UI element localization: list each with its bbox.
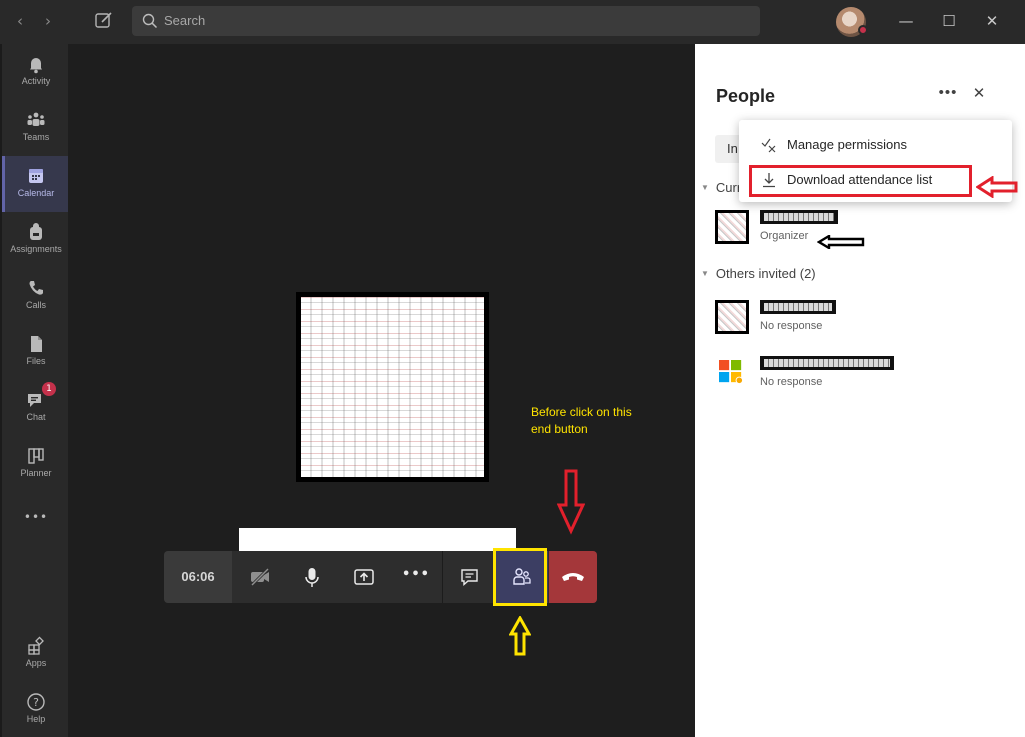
apps-icon bbox=[28, 636, 44, 655]
search-icon bbox=[142, 13, 158, 29]
hang-up-icon bbox=[562, 573, 584, 581]
participant-role: Organizer bbox=[760, 230, 809, 242]
menu-item-manage-permissions[interactable]: Manage permissions bbox=[739, 128, 1012, 162]
rail-item-label: Assignments bbox=[10, 244, 62, 254]
rail-item-activity[interactable]: Activity bbox=[2, 44, 70, 100]
participant-organizer[interactable]: Organizer bbox=[715, 210, 1015, 250]
annotation-note-line: end button bbox=[531, 422, 588, 436]
rail-item-calls[interactable]: Calls bbox=[2, 268, 70, 324]
participant-name-redacted bbox=[760, 210, 838, 224]
red-arrow-left-icon bbox=[976, 176, 1018, 198]
avatar bbox=[715, 300, 749, 334]
caret-down-icon: ▼ bbox=[701, 183, 709, 192]
chevron-right-icon[interactable]: › bbox=[40, 12, 56, 30]
participant-video-tile bbox=[296, 292, 489, 482]
rail-item-files[interactable]: Files bbox=[2, 324, 70, 380]
planner-icon bbox=[28, 448, 44, 464]
invited-participant[interactable]: No response bbox=[715, 356, 1015, 396]
caret-down-icon: ▼ bbox=[701, 269, 709, 278]
rail-item-label: Files bbox=[26, 356, 46, 366]
rail-item-label: Apps bbox=[25, 658, 47, 668]
share-screen-icon bbox=[354, 569, 374, 585]
highlight-box-red bbox=[749, 165, 972, 197]
video-off-icon bbox=[250, 567, 270, 587]
panel-title: People bbox=[716, 86, 776, 106]
backpack-icon bbox=[30, 223, 42, 240]
rail-item-label: Calls bbox=[25, 300, 46, 310]
rail-item-label: Help bbox=[26, 714, 46, 724]
compose-icon[interactable] bbox=[94, 10, 114, 30]
close-icon[interactable]: ✕ bbox=[982, 11, 1002, 31]
hang-up-button[interactable] bbox=[549, 551, 597, 603]
participant-status: No response bbox=[760, 376, 823, 388]
rail-item-label: Planner bbox=[20, 468, 52, 478]
rail-item-label: Activity bbox=[21, 76, 51, 86]
invited-participant[interactable]: No response bbox=[715, 300, 1015, 340]
section-header-others-invited[interactable]: ▼ Others invited (2) bbox=[701, 266, 816, 281]
rail-item-apps[interactable]: Apps bbox=[2, 626, 70, 682]
more-actions-button[interactable]: ••• bbox=[390, 551, 442, 603]
more-options-icon[interactable]: ••• bbox=[937, 84, 959, 104]
participant-status: No response bbox=[760, 320, 823, 332]
calendar-icon bbox=[29, 169, 43, 183]
bell-icon bbox=[30, 58, 42, 74]
microsoft-logo-icon bbox=[719, 360, 743, 384]
svg-text:?: ? bbox=[33, 696, 39, 709]
manage-permissions-icon bbox=[761, 138, 776, 153]
more-icon: ••• bbox=[23, 510, 49, 524]
meeting-stage: Before click on this end button 06:06 ••… bbox=[68, 44, 695, 737]
presence-status-dot bbox=[858, 25, 868, 35]
close-panel-icon[interactable]: ✕ bbox=[969, 84, 989, 104]
rail-item-teams[interactable]: Teams bbox=[2, 100, 70, 156]
search-placeholder: Search bbox=[164, 13, 206, 28]
help-icon: ? bbox=[27, 693, 45, 711]
participant-name-redacted bbox=[760, 300, 836, 314]
phone-icon bbox=[29, 281, 43, 295]
rail-item-label: Calendar bbox=[17, 188, 55, 198]
rail-item-help[interactable]: ? Help bbox=[2, 682, 70, 737]
more-icon: ••• bbox=[402, 567, 430, 582]
highlight-box-yellow bbox=[493, 548, 547, 606]
menu-item-label: Manage permissions bbox=[787, 137, 907, 152]
rail-item-planner[interactable]: Planner bbox=[2, 436, 70, 492]
rail-item-calendar[interactable]: Calendar bbox=[2, 156, 70, 212]
camera-toggle-button[interactable] bbox=[234, 551, 286, 603]
microphone-icon bbox=[305, 568, 319, 587]
file-icon bbox=[31, 336, 42, 352]
minimize-icon[interactable]: — bbox=[896, 11, 916, 31]
rail-item-label: Chat bbox=[26, 412, 46, 422]
section-header-current[interactable]: ▼ Curr bbox=[701, 180, 741, 195]
chat-toggle-button[interactable] bbox=[444, 551, 496, 603]
app-rail: Activity Teams Calendar Assignments Call… bbox=[0, 44, 70, 737]
share-screen-button[interactable] bbox=[338, 551, 390, 603]
microphone-button[interactable] bbox=[286, 551, 338, 603]
rail-item-label: Teams bbox=[22, 132, 50, 142]
participant-name-redacted bbox=[760, 356, 894, 370]
section-header-label: Curr bbox=[715, 180, 742, 195]
redacted-bar bbox=[239, 528, 516, 553]
yellow-arrow-up-icon bbox=[509, 616, 531, 656]
call-timer: 06:06 bbox=[164, 551, 232, 603]
rail-item-assignments[interactable]: Assignments bbox=[2, 212, 70, 268]
maximize-icon[interactable]: ☐ bbox=[939, 11, 959, 31]
rail-item-chat[interactable]: 1 Chat bbox=[2, 380, 70, 436]
red-arrow-down-icon bbox=[557, 469, 585, 535]
search-input[interactable]: Search bbox=[132, 6, 760, 36]
title-bar: ‹ › Search — ☐ ✕ bbox=[0, 0, 1025, 44]
rail-more-button[interactable]: ••• bbox=[2, 506, 70, 536]
teams-icon bbox=[27, 112, 45, 126]
annotation-note: Before click on this end button bbox=[531, 404, 671, 438]
controls-divider bbox=[442, 551, 443, 603]
chevron-left-icon[interactable]: ‹ bbox=[12, 12, 28, 30]
chat-icon bbox=[461, 569, 478, 587]
avatar bbox=[715, 210, 749, 244]
section-header-label: Others invited (2) bbox=[715, 266, 816, 281]
annotation-note-line: Before click on this bbox=[531, 405, 632, 419]
black-arrow-left-icon bbox=[817, 235, 865, 249]
chat-badge: 1 bbox=[42, 382, 56, 396]
